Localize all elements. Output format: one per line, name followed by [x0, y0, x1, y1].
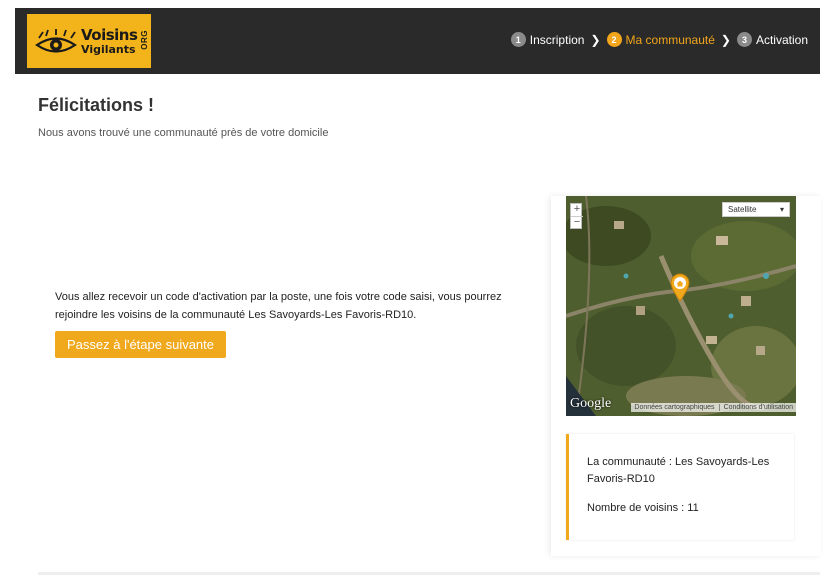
- logo-line-2: Vigilants: [81, 42, 136, 56]
- home-marker-icon: [670, 273, 690, 302]
- zoom-controls: + −: [570, 203, 583, 229]
- neighbor-count: Nombre de voisins : 11: [587, 502, 699, 514]
- google-logo: Google: [570, 396, 612, 411]
- step-ma-communaute: 2 Ma communauté: [606, 32, 715, 47]
- logo-line-1: Voisins: [81, 25, 138, 44]
- site-header: Voisins Vigilants ORG 1 Inscription ❯ 2 …: [15, 8, 820, 74]
- site-logo[interactable]: Voisins Vigilants ORG: [27, 14, 151, 68]
- page-title: Félicitations !: [38, 95, 155, 115]
- community-name: La communauté : Les Savoyards-Les Favori…: [587, 456, 770, 485]
- map-type-select[interactable]: Satellite ▾: [722, 202, 790, 217]
- caret-down-icon: ▾: [779, 205, 784, 214]
- map-attribution: Données cartographiques Conditions d'uti…: [631, 403, 796, 412]
- step-inscription: 1 Inscription: [510, 32, 585, 47]
- satellite-map[interactable]: + − Satellite ▾ Google Données cartograp…: [566, 196, 796, 416]
- zoom-out-button[interactable]: −: [571, 216, 583, 228]
- map-terms-link[interactable]: Conditions d'utilisation: [718, 404, 793, 411]
- step-activation: 3 Activation: [736, 32, 808, 47]
- map-terrain: [566, 196, 796, 416]
- page-subtitle: Nous avons trouvé une communauté près de…: [38, 127, 329, 139]
- step-label: Activation: [755, 32, 808, 47]
- activation-message: Vous allez recevoir un code d'activation…: [55, 291, 502, 321]
- chevron-right-icon: ❯: [590, 32, 601, 47]
- progress-steps: 1 Inscription ❯ 2 Ma communauté ❯ 3 Acti…: [510, 32, 808, 47]
- map-type-label: Satellite: [728, 205, 757, 214]
- step-label: Ma communauté: [625, 32, 715, 47]
- step-label: Inscription: [529, 32, 585, 47]
- divider: [38, 572, 820, 575]
- logo-suffix: ORG: [140, 29, 150, 50]
- eye-icon: [35, 29, 77, 53]
- community-info: La communauté : Les Savoyards-Les Favori…: [566, 434, 794, 540]
- step-number: 3: [736, 32, 752, 47]
- zoom-in-button[interactable]: +: [571, 204, 583, 216]
- map-data-link[interactable]: Données cartographiques: [634, 404, 714, 411]
- chevron-right-icon: ❯: [720, 32, 731, 47]
- community-card: + − Satellite ▾ Google Données cartograp…: [551, 196, 821, 556]
- step-number: 2: [606, 32, 622, 47]
- next-step-button[interactable]: Passez à l'étape suivante: [55, 331, 226, 358]
- step-number: 1: [510, 32, 526, 47]
